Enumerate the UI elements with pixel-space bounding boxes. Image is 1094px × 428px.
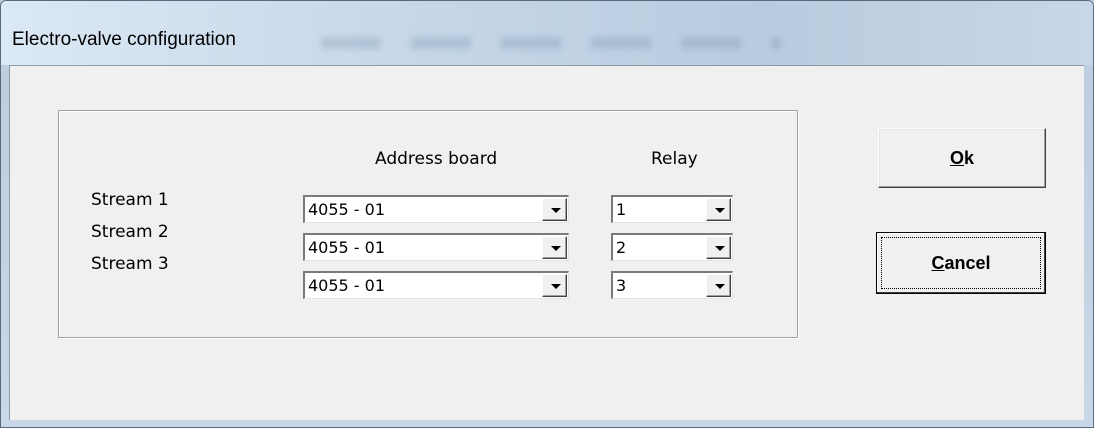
ok-button[interactable]: Ok: [878, 128, 1046, 188]
chevron-down-icon: [715, 208, 725, 213]
cancel-button[interactable]: Cancel: [876, 232, 1046, 294]
chevron-down-icon: [715, 284, 725, 289]
stream-2-relay-select[interactable]: 2: [611, 233, 733, 261]
chevron-down-icon: [715, 246, 725, 251]
ok-label-rest: k: [964, 147, 975, 168]
stream-3-label: Stream 3: [91, 254, 169, 274]
stream-1-relay-select[interactable]: 1: [611, 195, 733, 223]
dialog-window: Electro-valve configuration Address boar…: [0, 0, 1094, 428]
stream-3-address-select[interactable]: 4055 - 01: [303, 271, 569, 299]
ok-mnemonic: O: [949, 147, 964, 168]
stream-1-address-dropdown-button[interactable]: [542, 198, 567, 221]
stream-1-address-select[interactable]: 4055 - 01: [303, 195, 569, 223]
stream-3-relay-dropdown-button[interactable]: [706, 274, 731, 297]
address-board-header: Address board: [375, 149, 498, 169]
stream-2-label: Stream 2: [91, 222, 169, 242]
title-bar[interactable]: Electro-valve configuration: [1, 1, 1093, 65]
stream-2-relay-value: 2: [616, 238, 627, 257]
stream-1-relay-dropdown-button[interactable]: [706, 198, 731, 221]
stream-2-address-value: 4055 - 01: [308, 238, 386, 257]
chevron-down-icon: [551, 246, 561, 251]
stream-config-group: Address board Relay Stream 1 4055 - 01 1…: [58, 110, 798, 338]
stream-3-relay-select[interactable]: 3: [611, 271, 733, 299]
dialog-client-area: Address board Relay Stream 1 4055 - 01 1…: [9, 65, 1084, 420]
stream-3-relay-value: 3: [616, 276, 627, 295]
stream-2-address-select[interactable]: 4055 - 01: [303, 233, 569, 261]
stream-2-address-dropdown-button[interactable]: [542, 236, 567, 259]
relay-header: Relay: [651, 149, 698, 169]
focus-rectangle: [881, 237, 1041, 289]
stream-1-label: Stream 1: [91, 190, 169, 210]
stream-2-relay-dropdown-button[interactable]: [706, 236, 731, 259]
chevron-down-icon: [551, 284, 561, 289]
stream-3-address-dropdown-button[interactable]: [542, 274, 567, 297]
stream-3-address-value: 4055 - 01: [308, 276, 386, 295]
stream-1-address-value: 4055 - 01: [308, 200, 386, 219]
chevron-down-icon: [551, 208, 561, 213]
window-title: Electro-valve configuration: [12, 29, 236, 50]
background-blur: [321, 37, 781, 49]
stream-1-relay-value: 1: [616, 200, 627, 219]
